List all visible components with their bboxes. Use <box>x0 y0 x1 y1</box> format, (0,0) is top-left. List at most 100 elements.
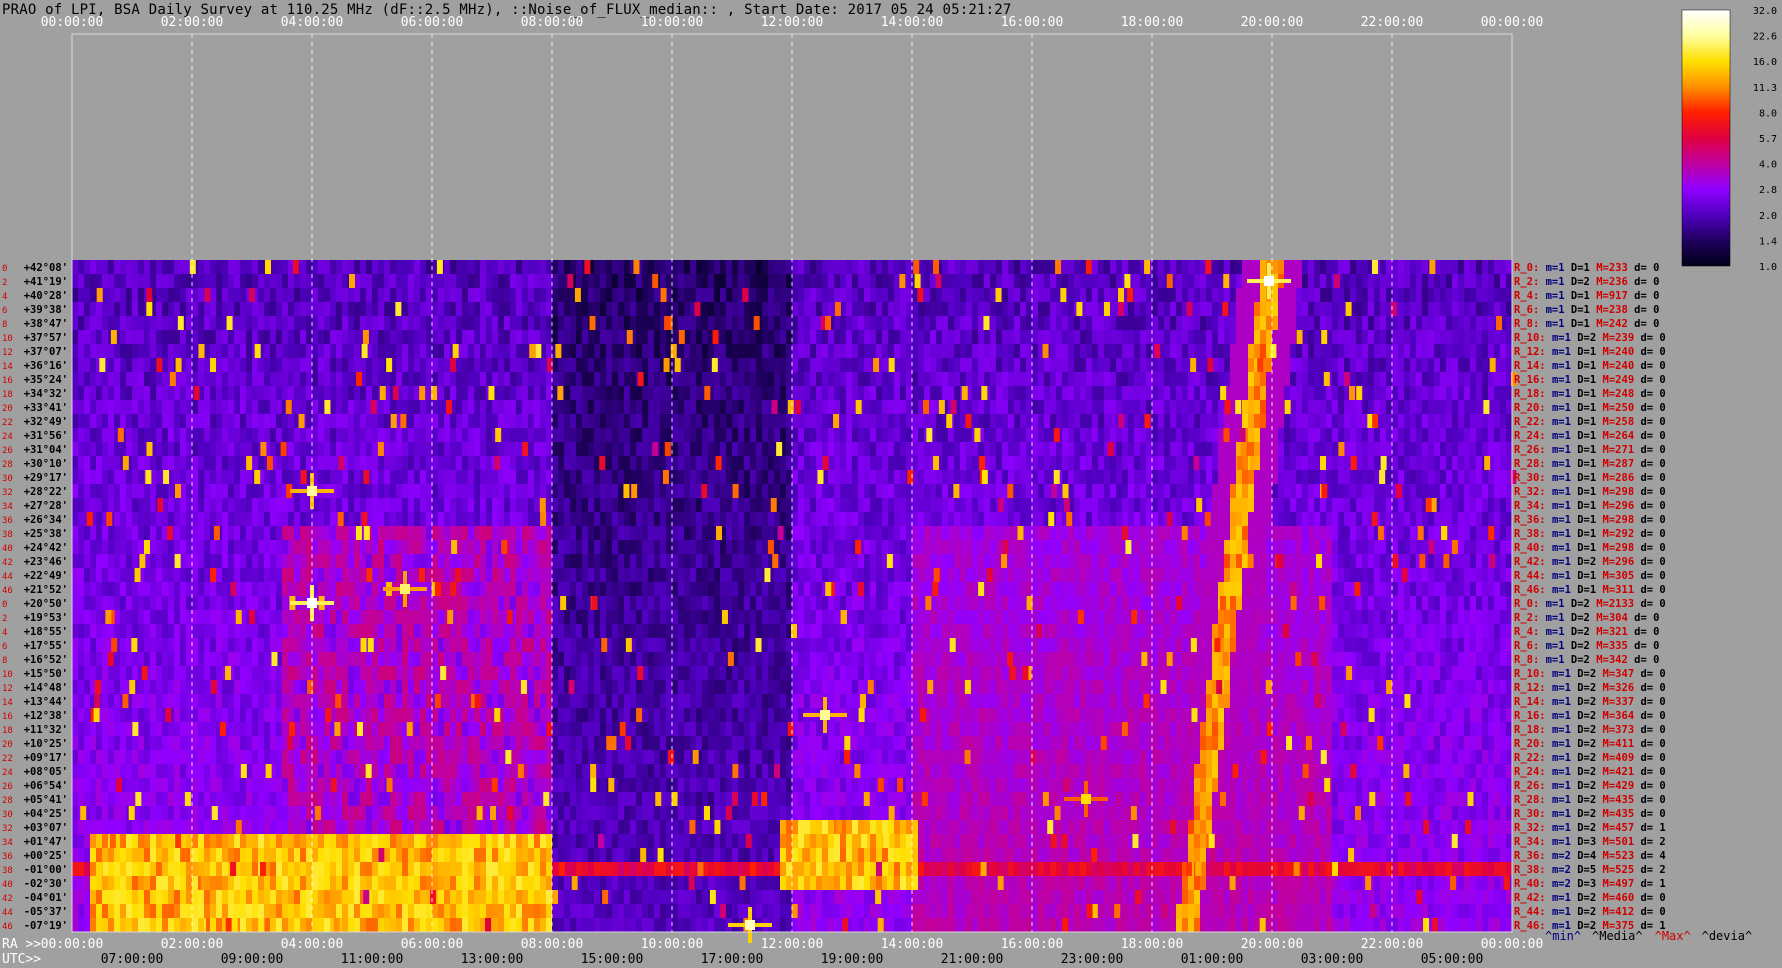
heatmap-cell <box>276 344 283 359</box>
heatmap-cell <box>1062 274 1069 289</box>
heatmap-cell <box>594 428 601 443</box>
chart-root: PRAO of LPI, BSA Daily Survey at 110.25 … <box>0 0 1782 968</box>
heatmap-cell <box>552 316 559 331</box>
heatmap-cell <box>1440 400 1447 415</box>
heatmap-cell <box>312 316 319 331</box>
heatmap-cell <box>1212 330 1219 345</box>
heatmap-cell <box>474 358 481 373</box>
heatmap-cell <box>336 498 343 513</box>
heatmap-cell <box>984 274 991 289</box>
heatmap-cell <box>858 442 865 457</box>
heatmap-cell <box>1014 274 1021 289</box>
heatmap-cell <box>804 316 811 331</box>
heatmap-cell <box>198 526 205 541</box>
heatmap-cell <box>120 498 127 513</box>
heatmap-cell <box>534 498 541 513</box>
heatmap-cell <box>1056 372 1063 387</box>
heatmap-cell <box>276 498 283 513</box>
heatmap-cell <box>720 330 727 345</box>
heatmap-cell <box>870 512 877 527</box>
heatmap-cell <box>276 400 283 415</box>
heatmap-cell <box>222 526 229 541</box>
heatmap-cell <box>192 540 199 555</box>
heatmap-cell <box>510 498 517 513</box>
heatmap-cell <box>1482 358 1489 373</box>
heatmap-cell <box>90 442 97 457</box>
heatmap-cell <box>906 456 913 471</box>
heatmap-cell <box>522 414 529 429</box>
heatmap-cell <box>1002 512 1009 527</box>
heatmap-cell <box>276 414 283 429</box>
heatmap-cell <box>426 456 433 471</box>
heatmap-cell <box>192 400 199 415</box>
heatmap-cell <box>894 400 901 415</box>
heatmap-cell <box>1122 358 1129 373</box>
heatmap-cell <box>96 470 103 485</box>
heatmap-cell <box>1254 484 1261 499</box>
heatmap-cell <box>192 456 199 471</box>
heatmap-cell <box>1332 344 1339 359</box>
heatmap-cell <box>168 344 175 359</box>
heatmap-cell <box>900 400 907 415</box>
heatmap-cell <box>258 498 265 513</box>
heatmap-cell <box>714 400 721 415</box>
heatmap-cell <box>888 400 895 415</box>
heatmap-cell <box>1248 498 1255 513</box>
heatmap-cell <box>648 470 655 485</box>
heatmap-cell <box>450 274 457 289</box>
heatmap-cell <box>708 414 715 429</box>
heatmap-cell <box>1116 456 1123 471</box>
heatmap-cell <box>522 302 529 317</box>
heatmap-cell <box>564 316 571 331</box>
heatmap-cell <box>180 330 187 345</box>
heatmap-cell <box>756 484 763 499</box>
heatmap-cell <box>594 386 601 401</box>
heatmap-cell <box>726 442 733 457</box>
heatmap-cell <box>870 386 877 401</box>
heatmap-cell <box>558 470 565 485</box>
heatmap-cell <box>756 400 763 415</box>
heatmap-cell <box>1176 316 1183 331</box>
heatmap-cell <box>444 428 451 443</box>
heatmap-cell <box>654 526 661 541</box>
heatmap-cell <box>1314 484 1321 499</box>
heatmap-cell <box>132 316 139 331</box>
heatmap-cell <box>630 400 637 415</box>
heatmap-cell <box>156 512 163 527</box>
heatmap-cell <box>1170 498 1177 513</box>
heatmap-cell <box>1410 456 1417 471</box>
heatmap-cell <box>726 302 733 317</box>
heatmap-cell <box>882 498 889 513</box>
heatmap-cell <box>588 400 595 415</box>
heatmap-cell <box>534 386 541 401</box>
heatmap-cell <box>852 330 859 345</box>
heatmap-cell <box>786 526 793 541</box>
heatmap-cell <box>528 316 535 331</box>
heatmap-cell <box>330 498 337 513</box>
heatmap-cell <box>1332 316 1339 331</box>
heatmap-cell <box>930 512 937 527</box>
heatmap-cell <box>762 302 769 317</box>
heatmap-cell <box>834 484 841 499</box>
heatmap-cell <box>108 456 115 471</box>
heatmap-cell <box>408 484 415 499</box>
heatmap-cell <box>990 428 997 443</box>
heatmap-cell <box>1278 470 1285 485</box>
heatmap-cell <box>1122 470 1129 485</box>
heatmap-cell <box>240 498 247 513</box>
heatmap-cell <box>402 344 409 359</box>
heatmap-cell <box>1056 400 1063 415</box>
heatmap-cell <box>906 344 913 359</box>
heatmap-cell <box>102 344 109 359</box>
heatmap-cell <box>1176 330 1183 345</box>
heatmap-cell <box>1008 302 1015 317</box>
heatmap-cell <box>300 456 307 471</box>
heatmap-cell <box>840 260 847 275</box>
heatmap-cell <box>756 330 763 345</box>
heatmap-cell <box>636 414 643 429</box>
heatmap-cell <box>102 288 109 303</box>
heatmap-cell <box>1350 288 1357 303</box>
heatmap-cell <box>360 316 367 331</box>
heatmap-cell <box>1488 274 1495 289</box>
heatmap-cell <box>444 288 451 303</box>
